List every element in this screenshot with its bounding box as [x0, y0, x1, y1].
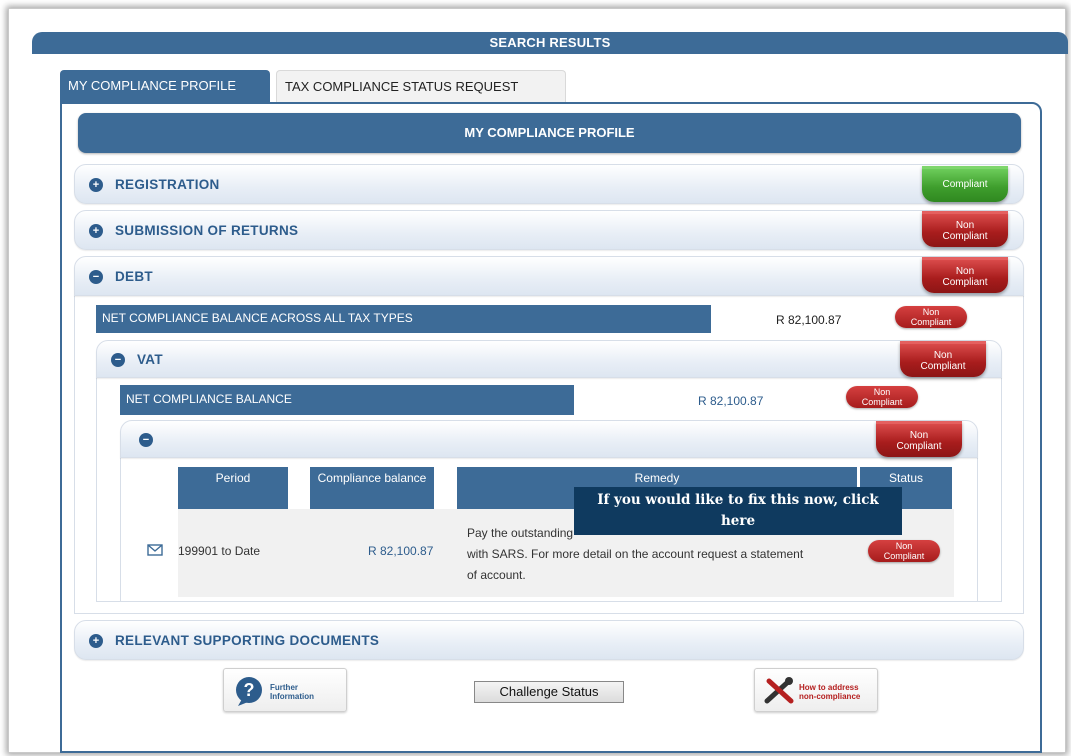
button-label: non-compliance [799, 692, 861, 701]
status-badge-non-compliant: Non Compliant [922, 211, 1008, 247]
status-text: Compliant [883, 551, 925, 561]
challenge-status-button[interactable]: Challenge Status [474, 681, 624, 703]
tooltip-text: here [720, 513, 756, 529]
further-information-button[interactable]: ? Further Information [223, 668, 347, 712]
envelope-icon[interactable] [147, 544, 163, 556]
section-period-detail[interactable]: − [120, 420, 978, 458]
expand-icon[interactable]: + [89, 178, 103, 192]
status-badge-non-compliant: Non Compliant [846, 386, 918, 408]
section-title: DEBT [115, 269, 153, 284]
status-text: Compliant [942, 277, 988, 288]
status-badge-non-compliant: Non Compliant [895, 306, 967, 328]
svg-text:?: ? [244, 680, 255, 700]
section-submission-of-returns[interactable]: + SUBMISSION OF RETURNS [74, 210, 1024, 250]
expand-icon[interactable]: + [89, 634, 103, 648]
status-text: Compliant [861, 397, 903, 407]
tooltip-text: If you would like to fix this now, click [597, 492, 879, 508]
button-label: How to address [799, 683, 859, 692]
vat-net-balance-label: NET COMPLIANCE BALANCE [120, 385, 574, 415]
button-label: Further [270, 683, 298, 692]
section-title: REGISTRATION [115, 177, 220, 192]
status-text: Non [933, 350, 953, 361]
net-balance-all-label: NET COMPLIANCE BALANCE ACROSS ALL TAX TY… [96, 305, 711, 333]
button-label: Information [270, 692, 314, 701]
status-text: Compliant [942, 231, 988, 242]
column-header-compliance-balance: Compliance balance [310, 467, 434, 509]
section-registration[interactable]: + REGISTRATION [74, 164, 1024, 204]
status-text: Compliant [896, 441, 942, 452]
expand-icon[interactable]: + [89, 224, 103, 238]
collapse-icon[interactable]: − [111, 353, 125, 367]
vat-net-balance-amount: R 82,100.87 [698, 394, 764, 408]
status-badge-non-compliant: Non Compliant [868, 540, 940, 562]
status-text: Compliant [942, 179, 988, 190]
status-text: Non [909, 430, 929, 441]
collapse-icon[interactable]: − [89, 270, 103, 284]
status-text: Compliant [920, 361, 966, 372]
period-cell: 199901 to Date [178, 544, 261, 558]
tab-my-compliance-profile[interactable]: MY COMPLIANCE PROFILE [60, 70, 270, 102]
question-bubble-icon: ? [236, 677, 262, 706]
collapse-icon[interactable]: − [139, 433, 153, 447]
status-badge-compliant: Compliant [922, 166, 1008, 202]
status-badge-non-compliant: Non Compliant [922, 257, 1008, 293]
search-results-header: SEARCH RESULTS [32, 32, 1068, 54]
status-text: Non [955, 266, 975, 277]
section-title: RELEVANT SUPPORTING DOCUMENTS [115, 633, 380, 648]
section-title: SUBMISSION OF RETURNS [115, 223, 299, 238]
status-text: Compliant [910, 317, 952, 327]
status-text: Non [955, 220, 975, 231]
status-badge-non-compliant: Non Compliant [876, 421, 962, 457]
tab-tax-compliance-status-request[interactable]: TAX COMPLIANCE STATUS REQUEST [276, 70, 566, 102]
column-header-period: Period [178, 467, 288, 509]
balance-cell: R 82,100.87 [368, 544, 434, 558]
status-badge-non-compliant: Non Compliant [900, 341, 986, 377]
tools-icon [764, 677, 794, 704]
status-text: Non [873, 387, 891, 397]
net-balance-all-amount: R 82,100.87 [776, 313, 842, 327]
status-text: Non [922, 307, 940, 317]
section-relevant-supporting-documents[interactable]: + RELEVANT SUPPORTING DOCUMENTS [74, 620, 1024, 660]
remedy-text: of account. [467, 568, 526, 582]
fix-now-tooltip-link[interactable]: If you would like to fix this now, click… [574, 487, 902, 535]
section-debt[interactable]: − DEBT [74, 256, 1024, 296]
status-text: Non [895, 541, 913, 551]
how-to-address-button[interactable]: How to address non-compliance [754, 668, 878, 712]
profile-heading: MY COMPLIANCE PROFILE [78, 113, 1021, 153]
section-vat[interactable]: − VAT [96, 340, 1002, 378]
remedy-text: with SARS. For more detail on the accoun… [467, 547, 804, 561]
section-title: VAT [137, 352, 163, 367]
